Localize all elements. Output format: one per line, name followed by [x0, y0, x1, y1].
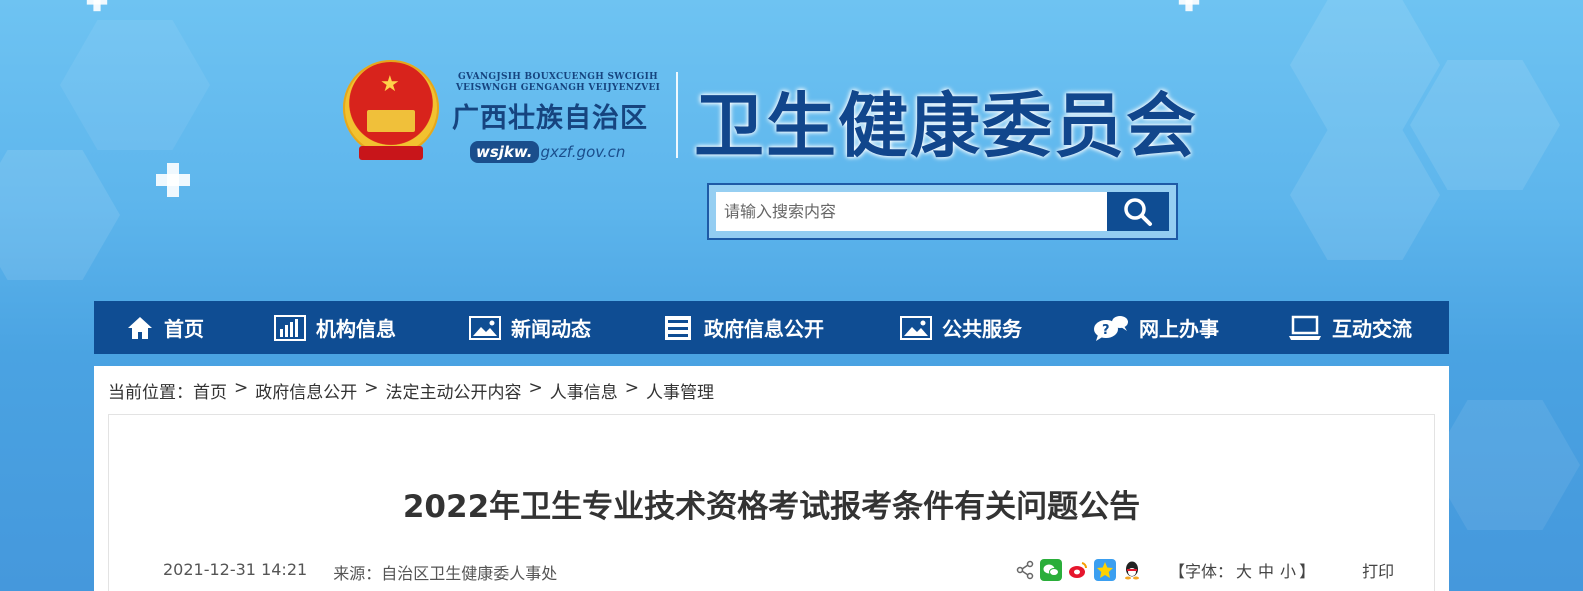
qzone-icon[interactable] — [1094, 559, 1116, 581]
article-source: 来源：自治区卫生健康委人事处 — [333, 564, 558, 583]
breadcrumb-separator: > — [234, 378, 249, 398]
font-size-small[interactable]: 小 — [1280, 558, 1296, 582]
search-button[interactable] — [1107, 192, 1169, 231]
plus-decoration-icon — [86, 0, 108, 12]
font-size-label-close: 】 — [1299, 562, 1316, 581]
weibo-icon[interactable] — [1067, 559, 1089, 581]
nav-item-label: 机构信息 — [316, 317, 396, 341]
article-title: 2022年卫生专业技术资格考试报考条件有关问题公告 — [402, 489, 1141, 525]
content-panel: 当前位置： 首页 > 政府信息公开 > 法定主动公开内容 > 人事信息 > 人事… — [94, 366, 1449, 591]
nav-item-label: 网上办事 — [1139, 317, 1219, 341]
qq-icon[interactable] — [1121, 559, 1143, 581]
breadcrumb-link-statutory[interactable]: 法定主动公开内容 — [386, 378, 522, 403]
region-latin-line1: GVANGJSIH BOUXCUENGH SWCIGIH — [458, 72, 658, 82]
nav-item-label: 首页 — [164, 317, 204, 341]
plus-decoration-icon — [156, 163, 190, 197]
logo-divider — [676, 72, 678, 158]
article-tools: 【字体： 大 中 小 】 打印 — [1015, 558, 1394, 582]
picture-icon — [469, 315, 501, 340]
wechat-icon[interactable] — [1040, 559, 1062, 581]
nav-item-news[interactable]: 新闻动态 — [469, 301, 662, 354]
breadcrumb-link-gov-info[interactable]: 政府信息公开 — [255, 378, 357, 403]
domain-prefix: wsjkw. — [470, 141, 539, 163]
nav-item-label: 公共服务 — [942, 317, 1022, 341]
region-logo-text: GVANGJSIH BOUXCUENGH SWCIGIH VEISWNGH GE… — [452, 72, 664, 163]
home-icon — [128, 316, 152, 339]
chat-icon: ? — [1094, 315, 1128, 341]
main-nav: 首页 机构信息 新闻动态 政府信息公开 公共服务 ? 网上办事 互动交流 — [94, 301, 1449, 354]
nav-item-public-service[interactable]: 公共服务 — [900, 301, 1093, 354]
org-title: 卫生健康委员会 — [694, 84, 1198, 167]
nav-item-label: 新闻动态 — [511, 317, 591, 341]
nav-item-label: 政府信息公开 — [704, 317, 824, 341]
search-box — [707, 183, 1178, 240]
font-size-medium[interactable]: 中 — [1258, 558, 1274, 582]
laptop-icon — [1289, 315, 1321, 340]
nav-item-interaction[interactable]: 互动交流 — [1288, 301, 1448, 354]
nav-item-home[interactable]: 首页 — [126, 301, 274, 354]
breadcrumb: 当前位置： 首页 > 政府信息公开 > 法定主动公开内容 > 人事信息 > 人事… — [108, 378, 714, 403]
breadcrumb-prefix: 当前位置： — [108, 383, 193, 403]
search-icon — [1124, 197, 1152, 226]
picture-icon — [900, 315, 932, 340]
domain-rest: gxzf.gov.cn — [540, 143, 626, 161]
cabinet-icon — [665, 315, 691, 340]
nav-item-org-info[interactable]: 机构信息 — [274, 301, 469, 354]
plus-decoration-icon — [1178, 0, 1200, 12]
breadcrumb-separator: > — [528, 378, 543, 398]
nav-item-label: 互动交流 — [1332, 317, 1412, 341]
article-date: 2021-12-31 14:21 — [163, 560, 308, 579]
national-emblem-logo: ★ — [343, 60, 439, 160]
svg-text:?: ? — [1102, 323, 1110, 338]
breadcrumb-separator: > — [624, 378, 639, 398]
site-domain: wsjkw. gxzf.gov.cn — [470, 141, 664, 163]
font-size-control: 【字体： 大 中 小 】 — [1169, 558, 1315, 582]
nav-item-gov-info[interactable]: 政府信息公开 — [662, 301, 900, 354]
region-name: 广西壮族自治区 — [452, 103, 648, 134]
print-button[interactable]: 打印 — [1362, 558, 1394, 582]
breadcrumb-separator: > — [364, 378, 379, 398]
breadcrumb-link-home[interactable]: 首页 — [193, 378, 227, 403]
article-container: 2022年卫生专业技术资格考试报考条件有关问题公告 2021-12-31 14:… — [108, 414, 1435, 591]
search-input[interactable] — [716, 192, 1107, 231]
region-latin-line2: VEISWNGH GENGANGH VEIJYENZVEI — [455, 83, 661, 93]
bar-chart-icon — [274, 314, 306, 341]
article-meta: 2021-12-31 14:21 来源：自治区卫生健康委人事处 — [163, 560, 557, 584]
breadcrumb-link-personnel-info[interactable]: 人事信息 — [550, 378, 618, 403]
share-icon[interactable] — [1015, 560, 1035, 580]
breadcrumb-link-personnel-mgmt[interactable]: 人事管理 — [646, 378, 714, 403]
nav-item-online-service[interactable]: ? 网上办事 — [1093, 301, 1288, 354]
font-size-label-open: 【字体： — [1169, 562, 1234, 581]
font-size-large[interactable]: 大 — [1236, 558, 1252, 582]
